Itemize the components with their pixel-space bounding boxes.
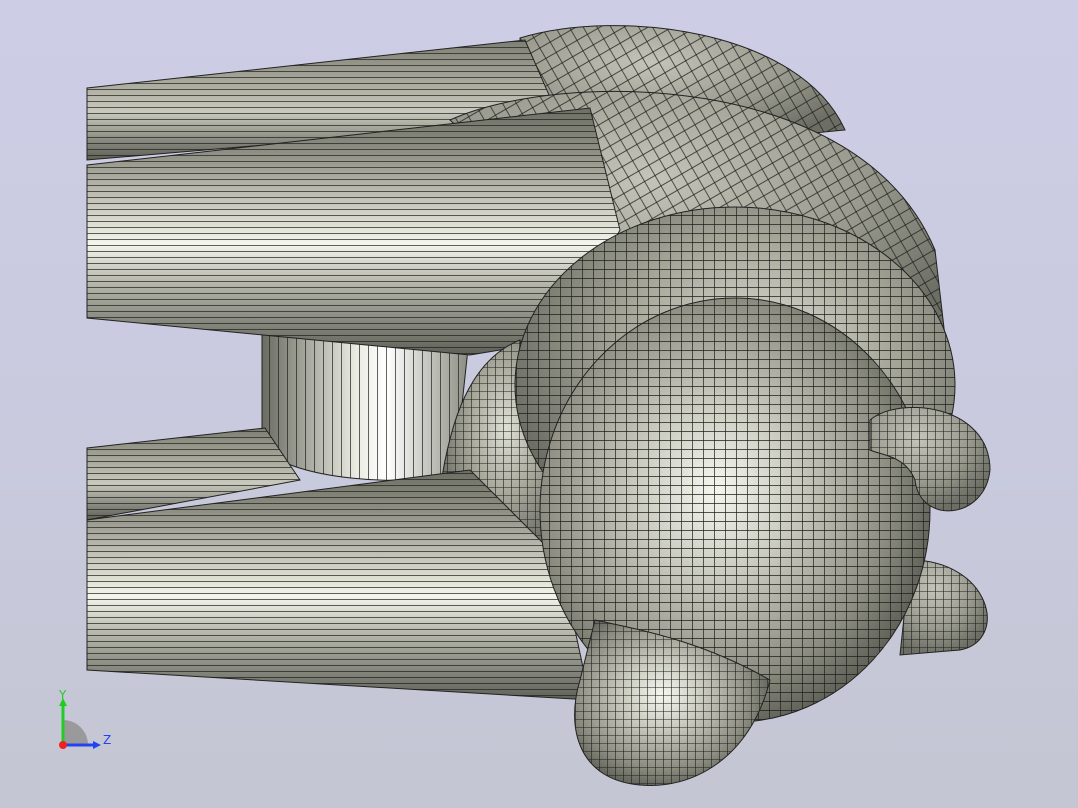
- z-axis-arrow: [93, 741, 101, 749]
- triad-quadrant: [63, 720, 88, 745]
- axis-triad: Y Z: [58, 688, 111, 749]
- y-axis-label: Y: [58, 688, 67, 702]
- center-column: [261, 329, 471, 481]
- mesh-model[interactable]: [0, 0, 1078, 808]
- z-axis-label: Z: [103, 733, 111, 747]
- x-axis-dot: [59, 741, 67, 749]
- 3d-viewport[interactable]: Y Z: [0, 0, 1078, 808]
